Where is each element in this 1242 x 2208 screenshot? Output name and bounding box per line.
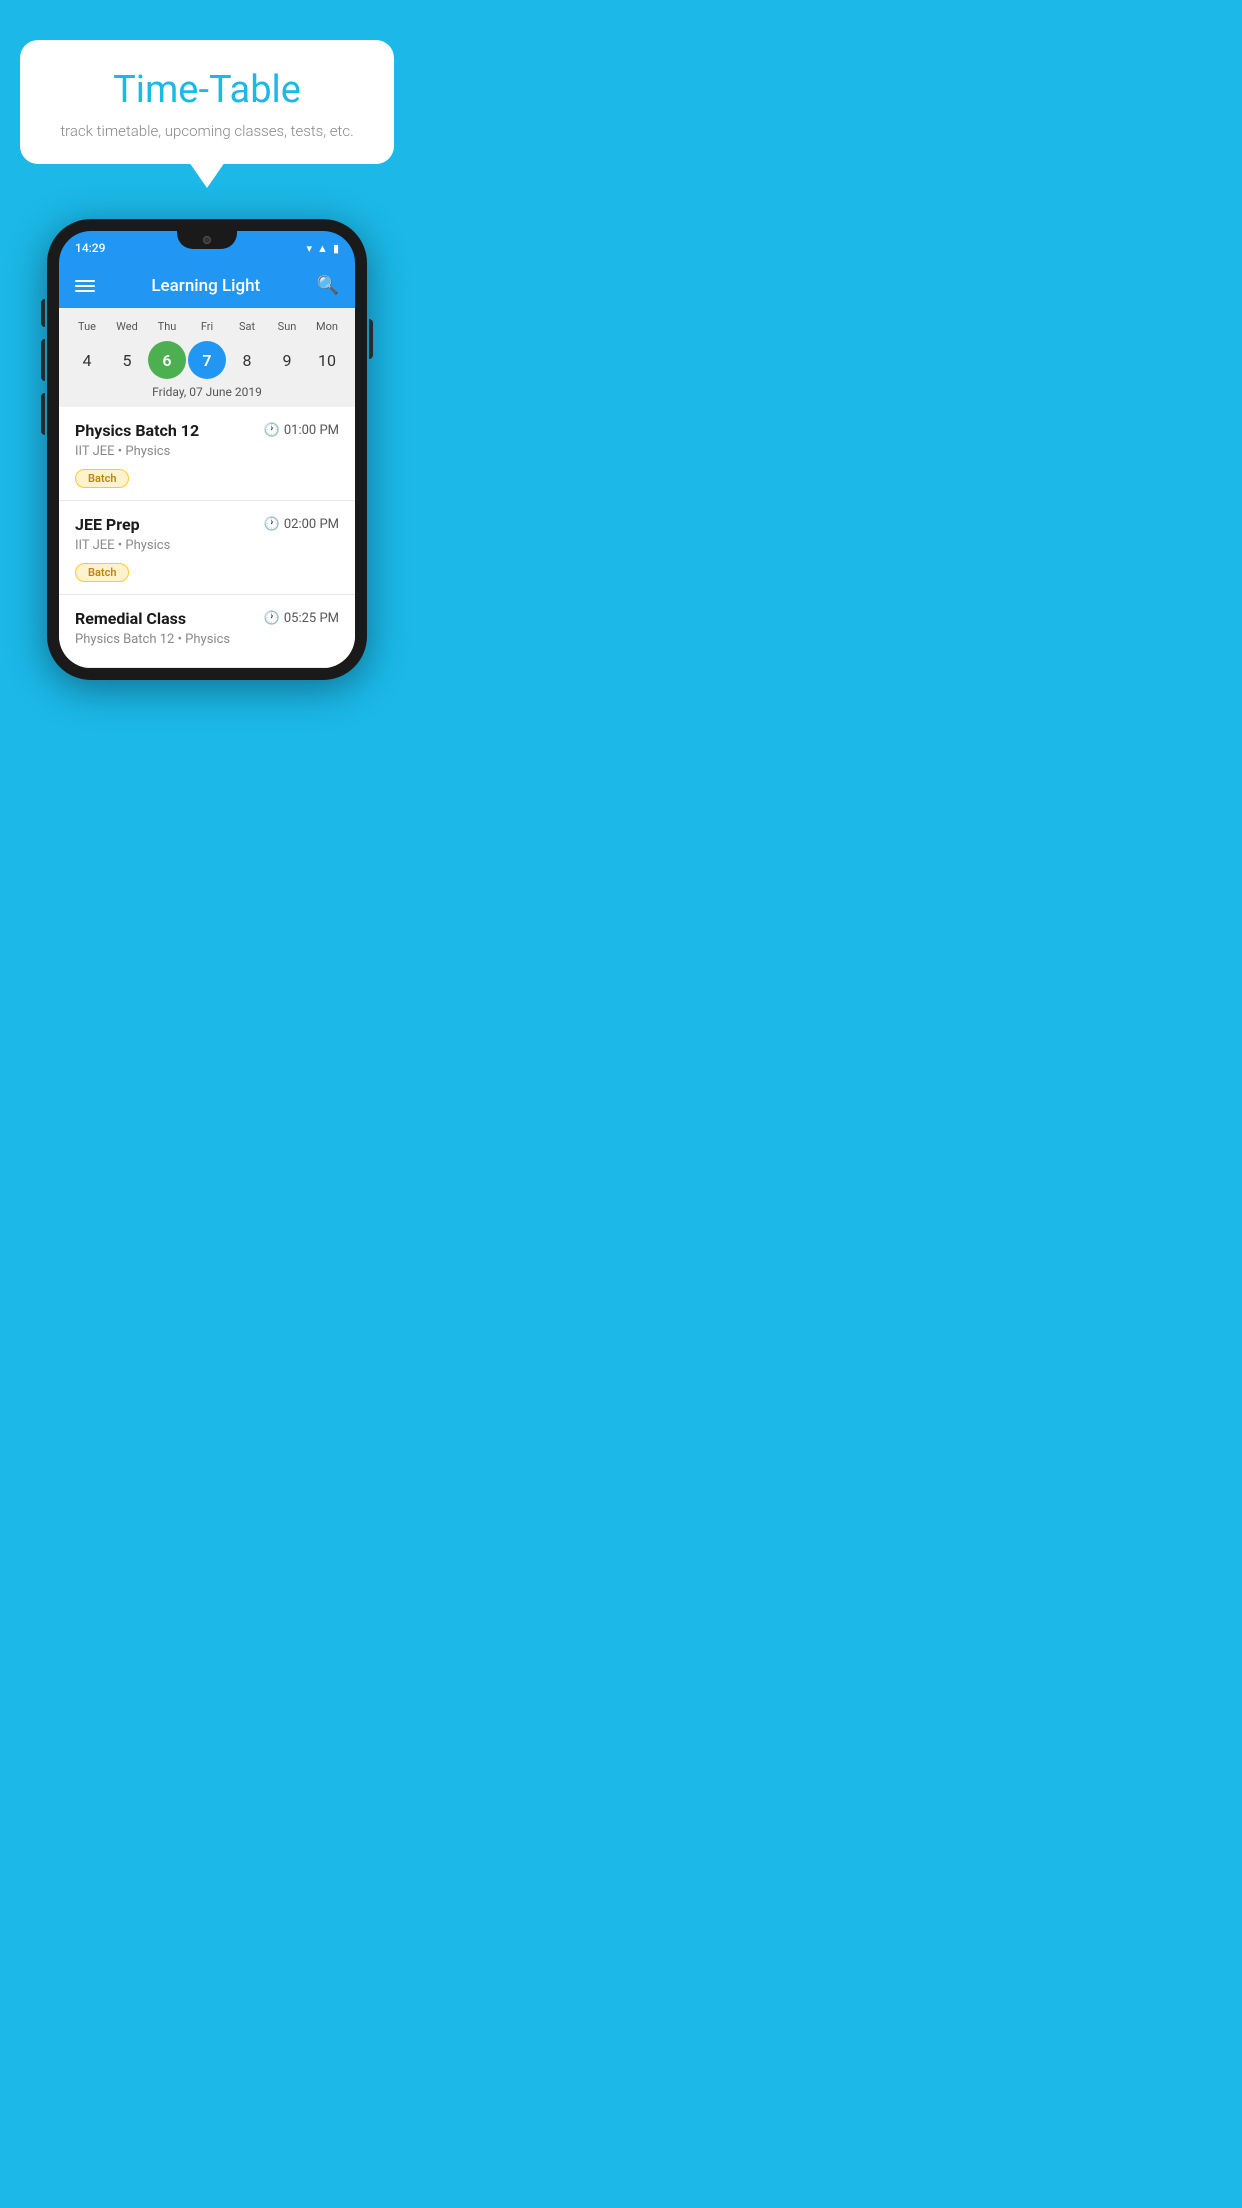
day-label: Thu bbox=[148, 320, 186, 333]
day-number[interactable]: 7 bbox=[188, 341, 226, 379]
schedule-subtitle: IIT JEE • Physics bbox=[75, 538, 339, 553]
day-label: Tue bbox=[68, 320, 106, 333]
volume-down-button bbox=[41, 393, 45, 435]
phone-notch bbox=[177, 231, 237, 249]
volume-up-button bbox=[41, 339, 45, 381]
menu-button[interactable] bbox=[75, 280, 95, 292]
schedule-item-header: JEE Prep 🕐 02:00 PM bbox=[75, 515, 339, 534]
schedule-title: Physics Batch 12 bbox=[75, 421, 199, 440]
selected-date-label: Friday, 07 June 2019 bbox=[59, 379, 355, 407]
day-label: Wed bbox=[108, 320, 146, 333]
schedule-title: JEE Prep bbox=[75, 515, 140, 534]
search-button[interactable]: 🔍 bbox=[317, 275, 339, 296]
day-number[interactable]: 5 bbox=[108, 341, 146, 379]
batch-badge: Batch bbox=[75, 469, 129, 488]
day-number[interactable]: 4 bbox=[68, 341, 106, 379]
schedule-time: 🕐 02:00 PM bbox=[264, 517, 339, 532]
day-number[interactable]: 6 bbox=[148, 341, 186, 379]
schedule-title: Remedial Class bbox=[75, 609, 186, 628]
day-number[interactable]: 8 bbox=[228, 341, 266, 379]
calendar-strip: TueWedThuFriSatSunMon 45678910 Friday, 0… bbox=[59, 308, 355, 407]
clock-icon: 🕐 bbox=[264, 423, 280, 438]
status-time: 14:29 bbox=[75, 241, 105, 255]
day-label: Sat bbox=[228, 320, 266, 333]
batch-badge: Batch bbox=[75, 563, 129, 582]
promo-card: Time-Table track timetable, upcoming cla… bbox=[20, 40, 394, 164]
clock-icon: 🕐 bbox=[264, 517, 280, 532]
day-label: Sun bbox=[268, 320, 306, 333]
day-number[interactable]: 9 bbox=[268, 341, 306, 379]
status-icons: ▾ ▲ ▮ bbox=[307, 242, 339, 255]
clock-icon: 🕐 bbox=[264, 611, 280, 626]
day-headers: TueWedThuFriSatSunMon bbox=[59, 316, 355, 337]
phone-screen: Learning Light 🔍 TueWedThuFriSatSunMon 4… bbox=[59, 263, 355, 668]
schedule-time: 🕐 05:25 PM bbox=[264, 611, 339, 626]
app-title: Learning Light bbox=[151, 276, 260, 296]
day-numbers: 45678910 bbox=[59, 337, 355, 379]
day-label: Mon bbox=[308, 320, 346, 333]
schedule-list: Physics Batch 12 🕐 01:00 PM IIT JEE • Ph… bbox=[59, 407, 355, 668]
signal-icon: ▲ bbox=[317, 242, 328, 255]
schedule-item-header: Physics Batch 12 🕐 01:00 PM bbox=[75, 421, 339, 440]
phone-body: 14:29 ▾ ▲ ▮ Learning Light 🔍 TueWed bbox=[47, 219, 367, 680]
day-label: Fri bbox=[188, 320, 226, 333]
wifi-icon: ▾ bbox=[307, 242, 313, 255]
camera bbox=[203, 236, 211, 244]
phone-frame: 14:29 ▾ ▲ ▮ Learning Light 🔍 TueWed bbox=[47, 219, 367, 680]
card-title: Time-Table bbox=[50, 68, 364, 112]
schedule-item[interactable]: Remedial Class 🕐 05:25 PM Physics Batch … bbox=[59, 595, 355, 668]
schedule-subtitle: Physics Batch 12 • Physics bbox=[75, 632, 339, 647]
power-button bbox=[369, 319, 373, 359]
schedule-item[interactable]: Physics Batch 12 🕐 01:00 PM IIT JEE • Ph… bbox=[59, 407, 355, 501]
card-subtitle: track timetable, upcoming classes, tests… bbox=[50, 122, 364, 140]
battery-icon: ▮ bbox=[333, 242, 339, 255]
mute-button bbox=[41, 299, 45, 327]
schedule-subtitle: IIT JEE • Physics bbox=[75, 444, 339, 459]
schedule-item[interactable]: JEE Prep 🕐 02:00 PM IIT JEE • Physics Ba… bbox=[59, 501, 355, 595]
schedule-time: 🕐 01:00 PM bbox=[264, 423, 339, 438]
app-header: Learning Light 🔍 bbox=[59, 263, 355, 308]
schedule-item-header: Remedial Class 🕐 05:25 PM bbox=[75, 609, 339, 628]
day-number[interactable]: 10 bbox=[308, 341, 346, 379]
